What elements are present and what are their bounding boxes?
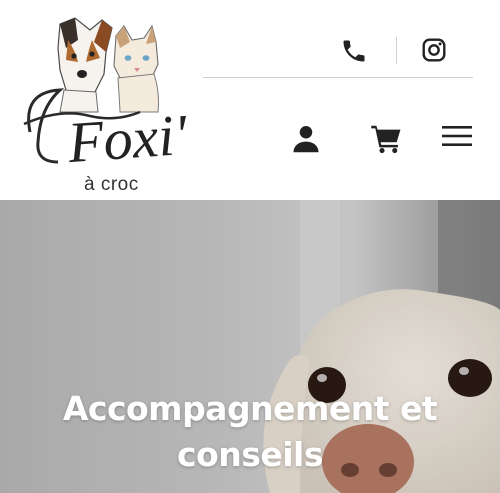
instagram-icon[interactable] [421,37,447,63]
hero-title: Accompagnement et conseils [0,386,500,478]
phone-icon[interactable] [340,37,368,65]
logo-wordmark: Foxi' [65,101,189,176]
header-divider [203,77,473,78]
site-logo[interactable]: Foxi' à croc [20,12,189,195]
site-header: Foxi' à croc [0,0,500,200]
logo-tagline: à croc [84,174,139,195]
hero-title-line2: conseils [176,435,324,474]
cart-icon[interactable] [370,123,403,154]
contact-divider [396,37,397,64]
user-icon[interactable] [291,123,321,154]
hero-title-line1: Accompagnement et [62,389,438,428]
hamburger-menu-icon[interactable] [442,125,472,147]
